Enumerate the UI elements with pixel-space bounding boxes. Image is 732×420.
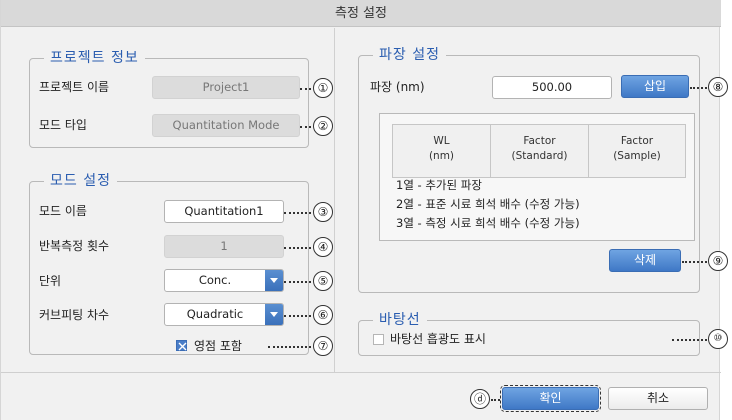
show-baseline-checkbox[interactable]: [373, 334, 384, 345]
wavelength-table-header: WL (nm) Factor (Standard) Factor (Sample…: [392, 124, 686, 178]
footer-divider: [1, 372, 721, 373]
callout-4: ④: [313, 237, 333, 257]
include-zero-checkbox[interactable]: [176, 340, 187, 351]
curve-fitting-label: 커브피팅 차수: [39, 308, 110, 322]
callout-5: ⑤: [313, 271, 333, 291]
wl-column-header: WL (nm): [393, 125, 491, 177]
callout-leader-4: [284, 247, 311, 249]
column-divider: [334, 28, 335, 372]
callout-6: ⑥: [313, 305, 333, 325]
wl-header-line1: WL: [433, 135, 450, 147]
factor-standard-column-header: Factor (Standard): [491, 125, 589, 177]
project-name-field: Project1: [152, 76, 300, 99]
wavelength-list-panel: WL (nm) Factor (Standard) Factor (Sample…: [379, 113, 695, 241]
callout-leader-1: [300, 88, 311, 90]
callout-leader-5: [284, 281, 311, 283]
callout-8: ⑧: [708, 77, 728, 97]
callout-9: ⑨: [708, 251, 728, 271]
repeat-count-label: 반복측정 횟수: [39, 239, 110, 253]
callout-leader-7: [268, 346, 311, 348]
project-name-label: 프로젝트 이름: [39, 80, 110, 94]
repeat-count-field: 1: [164, 235, 284, 258]
cancel-button[interactable]: 취소: [608, 387, 708, 410]
curve-chevron-down-icon[interactable]: [265, 304, 283, 325]
dialog-title: 측정 설정: [1, 0, 721, 27]
baseline-title: 바탕선: [373, 310, 427, 330]
factor-sample-line1: Factor: [620, 135, 654, 147]
wavelength-title: 파장 설정: [373, 45, 446, 65]
include-zero-label[interactable]: 영점 포함: [194, 338, 242, 354]
column-note-3: 3열 - 측정 시료 희석 배수 (수정 가능): [396, 216, 580, 230]
factor-standard-line1: Factor: [523, 135, 556, 147]
wavelength-input[interactable]: 500.00: [492, 76, 612, 99]
callout-leader-10: [672, 339, 707, 341]
measurement-settings-dialog: 측정 설정 프로젝트 정보 프로젝트 이름 Project1 모드 타입 Qua…: [0, 0, 721, 420]
mode-settings-title: 모드 설정: [44, 171, 117, 191]
callout-leader-2: [300, 126, 311, 128]
curve-fitting-select-value: Quadratic: [186, 307, 244, 321]
callout-3: ③: [313, 202, 333, 222]
callout-leader-9: [682, 261, 707, 263]
insert-button[interactable]: 삽입: [621, 75, 689, 98]
check-icon: [178, 342, 187, 351]
callout-leader-6: [284, 315, 311, 317]
unit-select[interactable]: Conc.: [164, 269, 284, 292]
column-note-1: 1열 - 추가된 파장: [396, 178, 482, 192]
delete-button[interactable]: 삭제: [609, 249, 681, 272]
mode-name-label: 모드 이름: [39, 204, 87, 218]
callout-7: ⑦: [313, 336, 333, 356]
callout-leader-3: [284, 212, 311, 214]
mode-type-label: 모드 타입: [39, 118, 87, 132]
show-baseline-label[interactable]: 바탕선 흡광도 표시: [390, 331, 486, 347]
wl-header-line2: (nm): [428, 150, 455, 162]
factor-sample-column-header: Factor (Sample): [589, 125, 685, 177]
ok-button[interactable]: 확인: [500, 385, 601, 412]
unit-select-value: Conc.: [198, 273, 232, 287]
callout-10: ⑩: [708, 329, 728, 349]
mode-name-input[interactable]: Quantitation1: [164, 200, 284, 223]
mode-type-field: Quantitation Mode: [152, 114, 300, 137]
callout-leader-8: [690, 87, 707, 89]
callout-leader-d: [491, 399, 500, 401]
unit-chevron-down-icon[interactable]: [265, 270, 283, 291]
project-info-title: 프로젝트 정보: [44, 48, 145, 68]
callout-2: ②: [313, 116, 333, 136]
callout-1: ①: [313, 78, 333, 98]
factor-sample-line2: (Sample): [613, 150, 661, 162]
callout-d: ⓓ: [470, 389, 490, 409]
factor-standard-line2: (Standard): [511, 150, 568, 162]
wavelength-label: 파장 (nm): [370, 80, 425, 94]
curve-fitting-select[interactable]: Quadratic: [164, 303, 284, 326]
unit-label: 단위: [39, 274, 62, 288]
column-note-2: 2열 - 표준 시료 희석 배수 (수정 가능): [396, 197, 580, 211]
